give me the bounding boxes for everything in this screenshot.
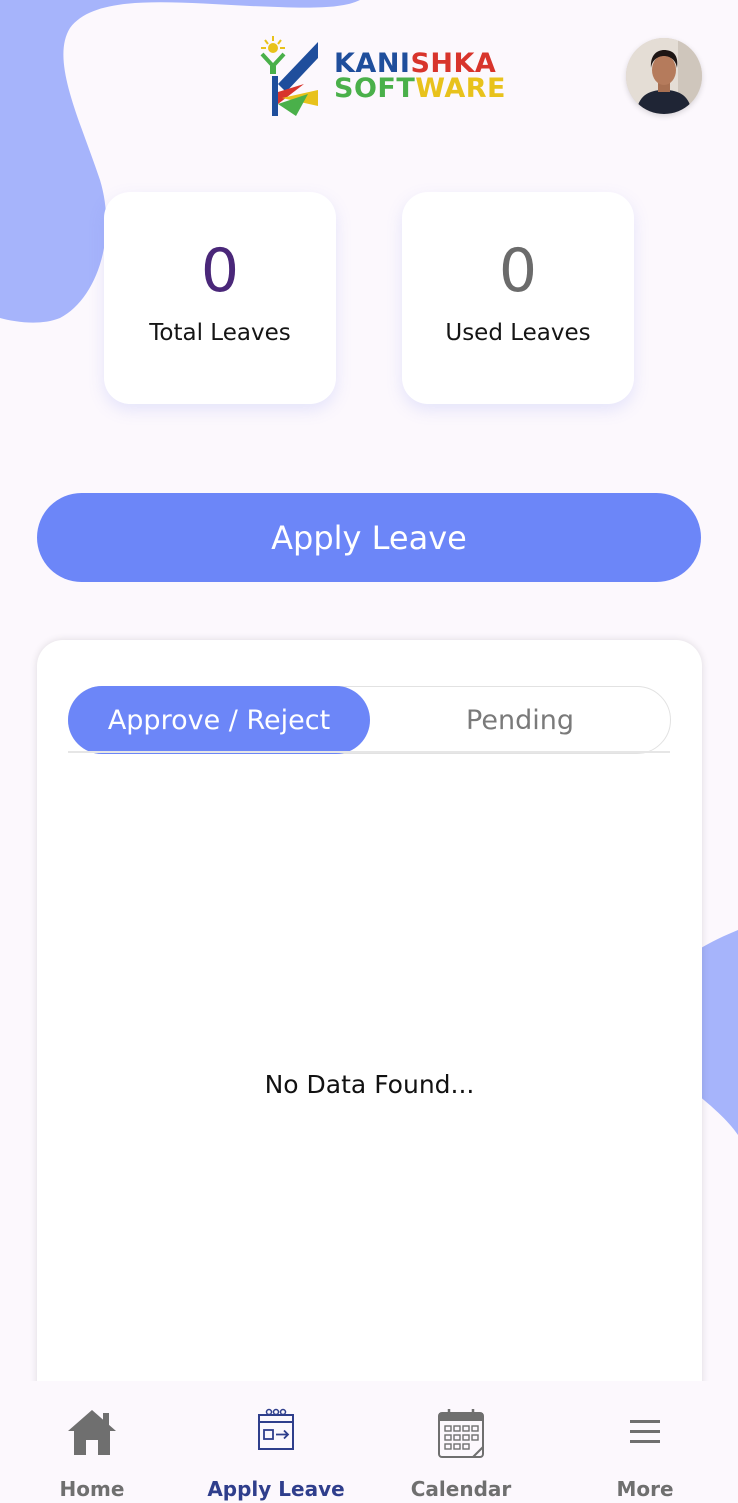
used-leaves-value: 0 <box>498 236 538 306</box>
tab-approve-reject[interactable]: Approve / Reject <box>68 686 370 754</box>
calendar-icon <box>438 1409 484 1458</box>
logo-text-part: SOFT <box>334 73 416 104</box>
apply-leave-button[interactable]: Apply Leave <box>37 493 701 582</box>
empty-state-message: No Data Found... <box>264 1070 475 1099</box>
logo-mark-icon <box>260 36 318 116</box>
nav-item-more[interactable]: More <box>553 1381 737 1503</box>
tabs-divider <box>68 751 670 753</box>
nav-item-calendar[interactable]: Calendar <box>369 1381 553 1503</box>
logo-wordmark: KANISHKA SOFTWARE <box>334 50 506 102</box>
used-leaves-card: 0 Used Leaves <box>402 192 634 404</box>
used-leaves-label: Used Leaves <box>445 320 591 346</box>
apply-leave-icon <box>258 1408 294 1450</box>
background-blob-right <box>698 930 738 1135</box>
home-icon <box>68 1410 116 1455</box>
total-leaves-value: 0 <box>200 236 240 306</box>
status-tabs: Approve / Reject Pending <box>68 686 671 754</box>
user-avatar[interactable] <box>626 38 702 114</box>
nav-label-home: Home <box>59 1477 125 1501</box>
menu-icon <box>630 1420 660 1443</box>
company-logo: KANISHKA SOFTWARE <box>256 32 516 122</box>
total-leaves-card: 0 Total Leaves <box>104 192 336 404</box>
leave-requests-panel: Approve / Reject Pending No Data Found..… <box>37 640 702 1440</box>
nav-item-home[interactable]: Home <box>0 1381 184 1503</box>
profile-photo <box>626 38 702 114</box>
nav-label-calendar: Calendar <box>410 1477 512 1501</box>
nav-item-apply-leave[interactable]: Apply Leave <box>184 1381 368 1503</box>
bottom-navigation: Home Apply Leave Calendar More <box>0 1381 738 1503</box>
nav-label-more: More <box>616 1477 674 1501</box>
tab-pending[interactable]: Pending <box>369 686 671 754</box>
logo-text-part: WARE <box>415 73 506 104</box>
nav-label-apply-leave: Apply Leave <box>207 1477 345 1501</box>
total-leaves-label: Total Leaves <box>149 320 291 346</box>
